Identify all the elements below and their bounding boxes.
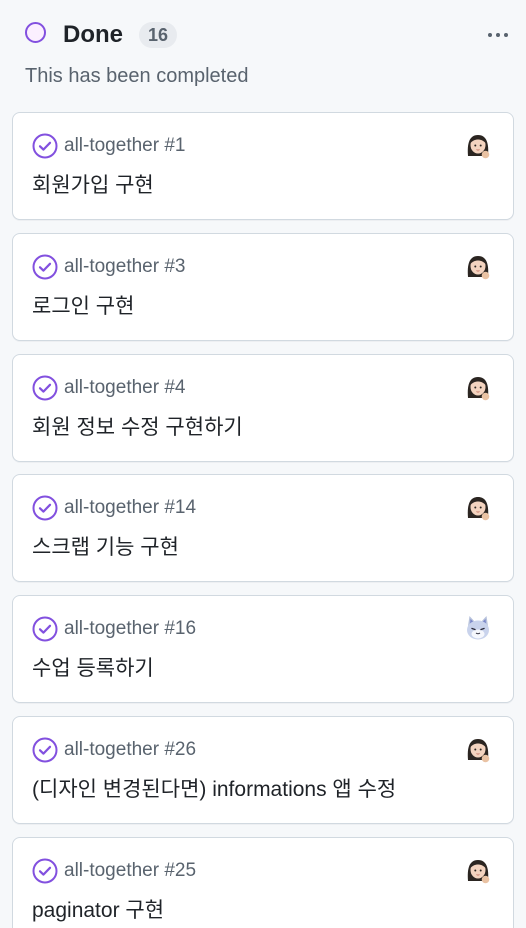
closed-issue-check-icon bbox=[32, 858, 58, 884]
issue-card[interactable]: all-together #25 paginator 구현 bbox=[12, 836, 514, 928]
kebab-dot-icon bbox=[496, 33, 500, 37]
issue-card[interactable]: all-together #14 스크랩 기능 구현 bbox=[12, 474, 514, 583]
issue-card[interactable]: all-together #3 로그인 구현 bbox=[12, 232, 514, 341]
issue-card[interactable]: all-together #4 회원 정보 수정 구현하기 bbox=[12, 353, 514, 462]
kebab-dot-icon bbox=[504, 33, 508, 37]
card-title[interactable]: 수업 등록하기 bbox=[32, 655, 154, 683]
card-repo-ref[interactable]: all-together #25 bbox=[64, 858, 196, 884]
closed-issue-check-icon bbox=[32, 254, 58, 280]
column-header: Done 16 bbox=[25, 20, 514, 50]
card-title[interactable]: 로그인 구현 bbox=[32, 293, 134, 321]
card-list: all-together #1 회원가입 구현 all-together #3 … bbox=[12, 112, 514, 928]
status-circle-icon bbox=[25, 22, 46, 43]
issue-card[interactable]: all-together #16 수업 등록하기 bbox=[12, 595, 514, 704]
issue-card[interactable]: all-together #26 (디자인 변경된다면) information… bbox=[12, 715, 514, 824]
card-title[interactable]: (디자인 변경된다면) informations 앱 수정 bbox=[32, 776, 396, 804]
girl-avatar-icon[interactable] bbox=[463, 372, 493, 402]
more-options-button[interactable] bbox=[482, 24, 514, 46]
closed-issue-check-icon bbox=[32, 495, 58, 521]
girl-avatar-icon[interactable] bbox=[463, 734, 493, 764]
card-title[interactable]: paginator 구현 bbox=[32, 897, 164, 925]
card-repo-ref[interactable]: all-together #1 bbox=[64, 133, 185, 159]
column-description: This has been completed bbox=[25, 65, 249, 87]
kebab-dot-icon bbox=[488, 33, 492, 37]
card-repo-ref[interactable]: all-together #3 bbox=[64, 254, 185, 280]
closed-issue-check-icon bbox=[32, 737, 58, 763]
issue-card[interactable]: all-together #1 회원가입 구현 bbox=[12, 112, 514, 220]
column-title: Done bbox=[63, 21, 123, 48]
girl-avatar-icon[interactable] bbox=[463, 492, 493, 522]
card-repo-ref[interactable]: all-together #4 bbox=[64, 375, 185, 401]
girl-avatar-icon[interactable] bbox=[463, 130, 493, 160]
count-badge: 16 bbox=[139, 22, 178, 48]
card-repo-ref[interactable]: all-together #14 bbox=[64, 495, 196, 521]
card-title[interactable]: 회원가입 구현 bbox=[32, 172, 154, 200]
card-title[interactable]: 회원 정보 수정 구현하기 bbox=[32, 414, 243, 442]
closed-issue-check-icon bbox=[32, 375, 58, 401]
card-repo-ref[interactable]: all-together #16 bbox=[64, 616, 196, 642]
card-title[interactable]: 스크랩 기능 구현 bbox=[32, 534, 179, 562]
closed-issue-check-icon bbox=[32, 616, 58, 642]
girl-avatar-icon[interactable] bbox=[463, 251, 493, 281]
card-repo-ref[interactable]: all-together #26 bbox=[64, 737, 196, 763]
cat-avatar-icon[interactable] bbox=[463, 613, 493, 643]
project-column-done: Done 16 This has been completed all-toge… bbox=[0, 0, 526, 928]
girl-avatar-icon[interactable] bbox=[463, 855, 493, 885]
closed-issue-check-icon bbox=[32, 133, 58, 159]
